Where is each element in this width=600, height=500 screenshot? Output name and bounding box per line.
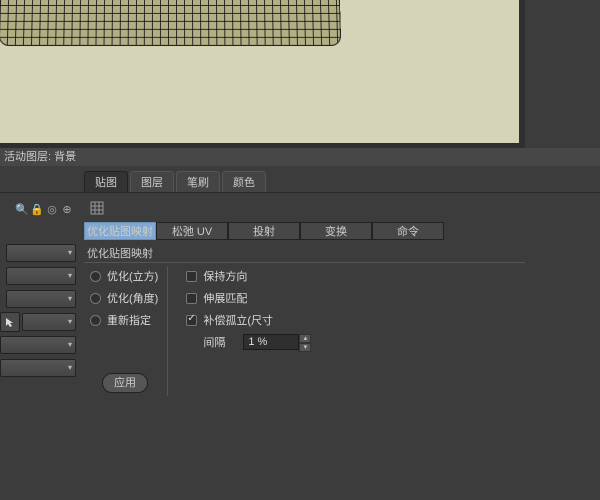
tab-color[interactable]: 颜色 [222,171,266,192]
apply-button[interactable]: 应用 [102,373,148,393]
left-sidebar [0,242,78,380]
checkbox-icon [186,315,197,326]
option-reassign[interactable]: 重新指定 [90,312,158,328]
spinner-buttons: ▴ ▾ [299,334,311,350]
spacing-spinner[interactable]: 1 % ▴ ▾ [243,334,311,350]
sidebar-dropdown-3[interactable] [6,290,76,308]
target-icon[interactable]: ◎ [45,202,59,216]
right-option-column: 保持方向 伸展匹配 补偿孤立(尺寸 间隔 1 % ▴ ▾ [180,268,317,350]
sub-tabs: 优化贴图映射 松弛 UV 投射 变换 命令 [84,222,444,240]
checkbox-icon [186,271,197,282]
spinner-down-icon[interactable]: ▾ [299,343,311,352]
grid-toggle-icon[interactable] [90,201,104,218]
subtab-relax-uv[interactable]: 松弛 UV [156,222,228,240]
add-icon[interactable]: ⊕ [60,202,74,216]
sidebar-dropdown-4[interactable] [22,313,76,331]
magnifier-icon[interactable]: 🔍 [15,202,29,216]
spinner-up-icon[interactable]: ▴ [299,334,311,343]
options-area: 优化(立方) 优化(角度) 重新指定 保持方向 伸展匹配 补偿孤立(尺寸 间隔 … [84,268,317,350]
active-layer-bar: 活动图层: 背景 [0,148,600,166]
mesh-grid-overlay [0,0,341,46]
option-keep-direction[interactable]: 保持方向 [186,268,311,284]
radio-icon [90,271,101,282]
radio-icon [90,315,101,326]
right-gutter [525,0,600,145]
spacing-label: 间隔 [203,334,225,350]
spacing-row: 间隔 1 % ▴ ▾ [186,334,311,350]
option-compensate-isolated[interactable]: 补偿孤立(尺寸 [186,312,311,328]
main-tabs: 贴图 图层 笔刷 颜色 [0,170,600,193]
subtab-transform[interactable]: 变换 [300,222,372,240]
tab-brush[interactable]: 笔刷 [176,171,220,192]
option-cube[interactable]: 优化(立方) [90,268,158,284]
right-lower-gutter [525,200,600,500]
left-tool-icons: 🔍 🔒 ◎ ⊕ [0,202,78,216]
subtab-projection[interactable]: 投射 [228,222,300,240]
radio-icon [90,293,101,304]
spacing-value[interactable]: 1 % [243,334,299,350]
subtab-commands[interactable]: 命令 [372,222,444,240]
sidebar-dropdown-2[interactable] [6,267,76,285]
tab-texture[interactable]: 贴图 [84,171,128,192]
tab-layers[interactable]: 图层 [130,171,174,192]
lock-icon[interactable]: 🔒 [30,202,44,216]
option-angle[interactable]: 优化(角度) [90,290,158,306]
active-layer-label: 活动图层: 背景 [4,151,76,163]
sidebar-dropdown-1[interactable] [6,244,76,262]
left-option-column: 优化(立方) 优化(角度) 重新指定 [84,268,164,350]
checkbox-icon [186,293,197,304]
panel-title-text: 优化贴图映射 [87,248,153,260]
toolbar-row: 🔍 🔒 ◎ ⊕ [0,199,600,219]
cursor-tool-icon[interactable] [0,312,20,332]
sidebar-dropdown-5[interactable] [0,336,76,354]
option-stretch-fit[interactable]: 伸展匹配 [186,290,311,306]
subtab-optimize-mapping[interactable]: 优化贴图映射 [84,222,156,240]
vertical-divider [167,266,168,396]
sidebar-dropdown-6[interactable] [0,359,76,377]
uv-canvas[interactable] [0,0,525,145]
panel-header: 优化贴图映射 [84,246,594,263]
